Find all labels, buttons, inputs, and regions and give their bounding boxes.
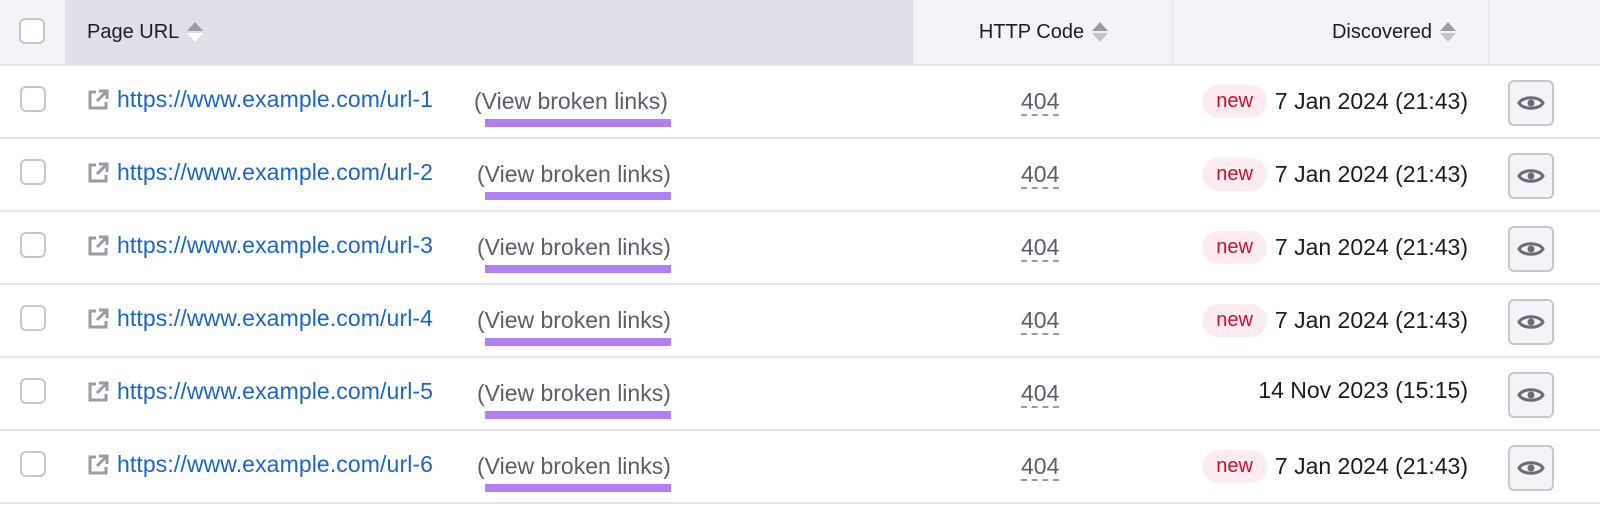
sort-icon[interactable] [1440,21,1456,43]
table-row: https://www.example.com/url-6 (View brok… [0,431,1600,504]
page-url-link[interactable]: https://www.example.com/url-5 [117,378,433,405]
column-header-discovered[interactable]: Discovered [1173,0,1489,64]
new-badge: new [1202,158,1267,191]
row-checkbox[interactable] [20,451,46,477]
highlight-underline [485,484,671,492]
view-button[interactable] [1508,80,1554,126]
page-url-link[interactable]: https://www.example.com/url-4 [117,305,433,332]
sort-icon[interactable] [187,21,204,43]
column-label: Page URL [87,20,180,43]
view-broken-links-link[interactable]: (View broken links) [477,307,671,334]
view-broken-links-link[interactable]: (View broken links) [477,380,671,407]
http-code[interactable]: 404 [1021,453,1060,481]
http-code[interactable]: 404 [1021,380,1060,408]
column-header-http-code[interactable]: HTTP Code [913,0,1173,64]
highlight-underline [485,119,671,127]
discovered-cell: new 7 Jan 2024 (21:43) [1202,158,1468,191]
column-label: Discovered [1331,20,1432,43]
page-url-link[interactable]: https://www.example.com/url-2 [117,159,433,186]
view-broken-links-link[interactable]: (View broken links) [474,88,668,115]
row-checkbox[interactable] [20,86,46,112]
eye-icon [1517,169,1545,183]
discovered-cell: new 7 Jan 2024 (21:43) [1202,85,1468,118]
select-all-checkbox[interactable] [19,18,45,44]
discovered-cell: new 7 Jan 2024 (21:43) [1202,304,1468,337]
row-checkbox[interactable] [20,378,46,404]
eye-icon [1517,242,1545,256]
new-badge: new [1202,85,1267,118]
page-url-link[interactable]: https://www.example.com/url-1 [117,86,433,113]
view-button[interactable] [1508,299,1554,345]
new-badge: new [1202,304,1267,337]
highlight-underline [485,338,671,346]
http-code[interactable]: 404 [1021,307,1060,335]
external-link-icon[interactable] [86,307,110,331]
view-button[interactable] [1508,372,1554,418]
view-button[interactable] [1508,226,1554,272]
view-broken-links-link[interactable]: (View broken links) [477,234,671,261]
http-code[interactable]: 404 [1021,161,1060,189]
eye-icon [1517,461,1545,475]
external-link-icon[interactable] [86,453,110,477]
external-link-icon[interactable] [86,161,110,185]
table-row: https://www.example.com/url-2 (View brok… [0,139,1600,212]
discovered-cell: new 7 Jan 2024 (21:43) [1202,231,1468,264]
page-url-link[interactable]: https://www.example.com/url-6 [117,451,433,478]
page-url-link[interactable]: https://www.example.com/url-3 [117,232,433,259]
highlight-underline [485,192,671,200]
highlight-underline [485,265,671,273]
discovered-date: 7 Jan 2024 (21:43) [1274,307,1468,333]
eye-icon [1517,388,1545,402]
view-broken-links-link[interactable]: (View broken links) [477,161,671,188]
view-button[interactable] [1508,445,1554,491]
column-label: HTTP Code [978,20,1085,43]
discovered-date: 7 Jan 2024 (21:43) [1274,234,1468,260]
discovered-cell: new 7 Jan 2024 (21:43) [1202,450,1468,483]
eye-icon [1517,96,1545,110]
external-link-icon[interactable] [86,88,110,112]
external-link-icon[interactable] [86,234,110,258]
http-code[interactable]: 404 [1021,88,1060,116]
table-row: https://www.example.com/url-5 (View brok… [0,358,1600,431]
broken-links-table: Page URL HTTP Code Discovered https://ww… [0,0,1600,504]
new-badge: new [1202,450,1267,483]
row-checkbox[interactable] [20,232,46,258]
discovered-date: 7 Jan 2024 (21:43) [1274,161,1468,187]
row-checkbox[interactable] [20,305,46,331]
table-row: https://www.example.com/url-3 (View brok… [0,212,1600,285]
row-checkbox[interactable] [20,159,46,185]
view-button[interactable] [1508,153,1554,199]
discovered-date: 7 Jan 2024 (21:43) [1274,88,1468,114]
highlight-underline [485,411,671,419]
eye-icon [1517,315,1545,329]
http-code[interactable]: 404 [1021,234,1060,262]
table-row: https://www.example.com/url-1 (View brok… [0,66,1600,139]
sort-icon[interactable] [1092,21,1109,43]
discovered-date: 7 Jan 2024 (21:43) [1274,453,1468,479]
table-header: Page URL HTTP Code Discovered [0,0,1600,66]
table-row: https://www.example.com/url-4 (View brok… [0,285,1600,358]
new-badge: new [1202,231,1267,264]
discovered-cell: 14 Nov 2023 (15:15) [1258,377,1468,404]
discovered-date: 14 Nov 2023 (15:15) [1258,377,1468,403]
view-broken-links-link[interactable]: (View broken links) [477,453,671,480]
external-link-icon[interactable] [86,380,110,404]
column-header-page-url[interactable]: Page URL [65,0,913,64]
